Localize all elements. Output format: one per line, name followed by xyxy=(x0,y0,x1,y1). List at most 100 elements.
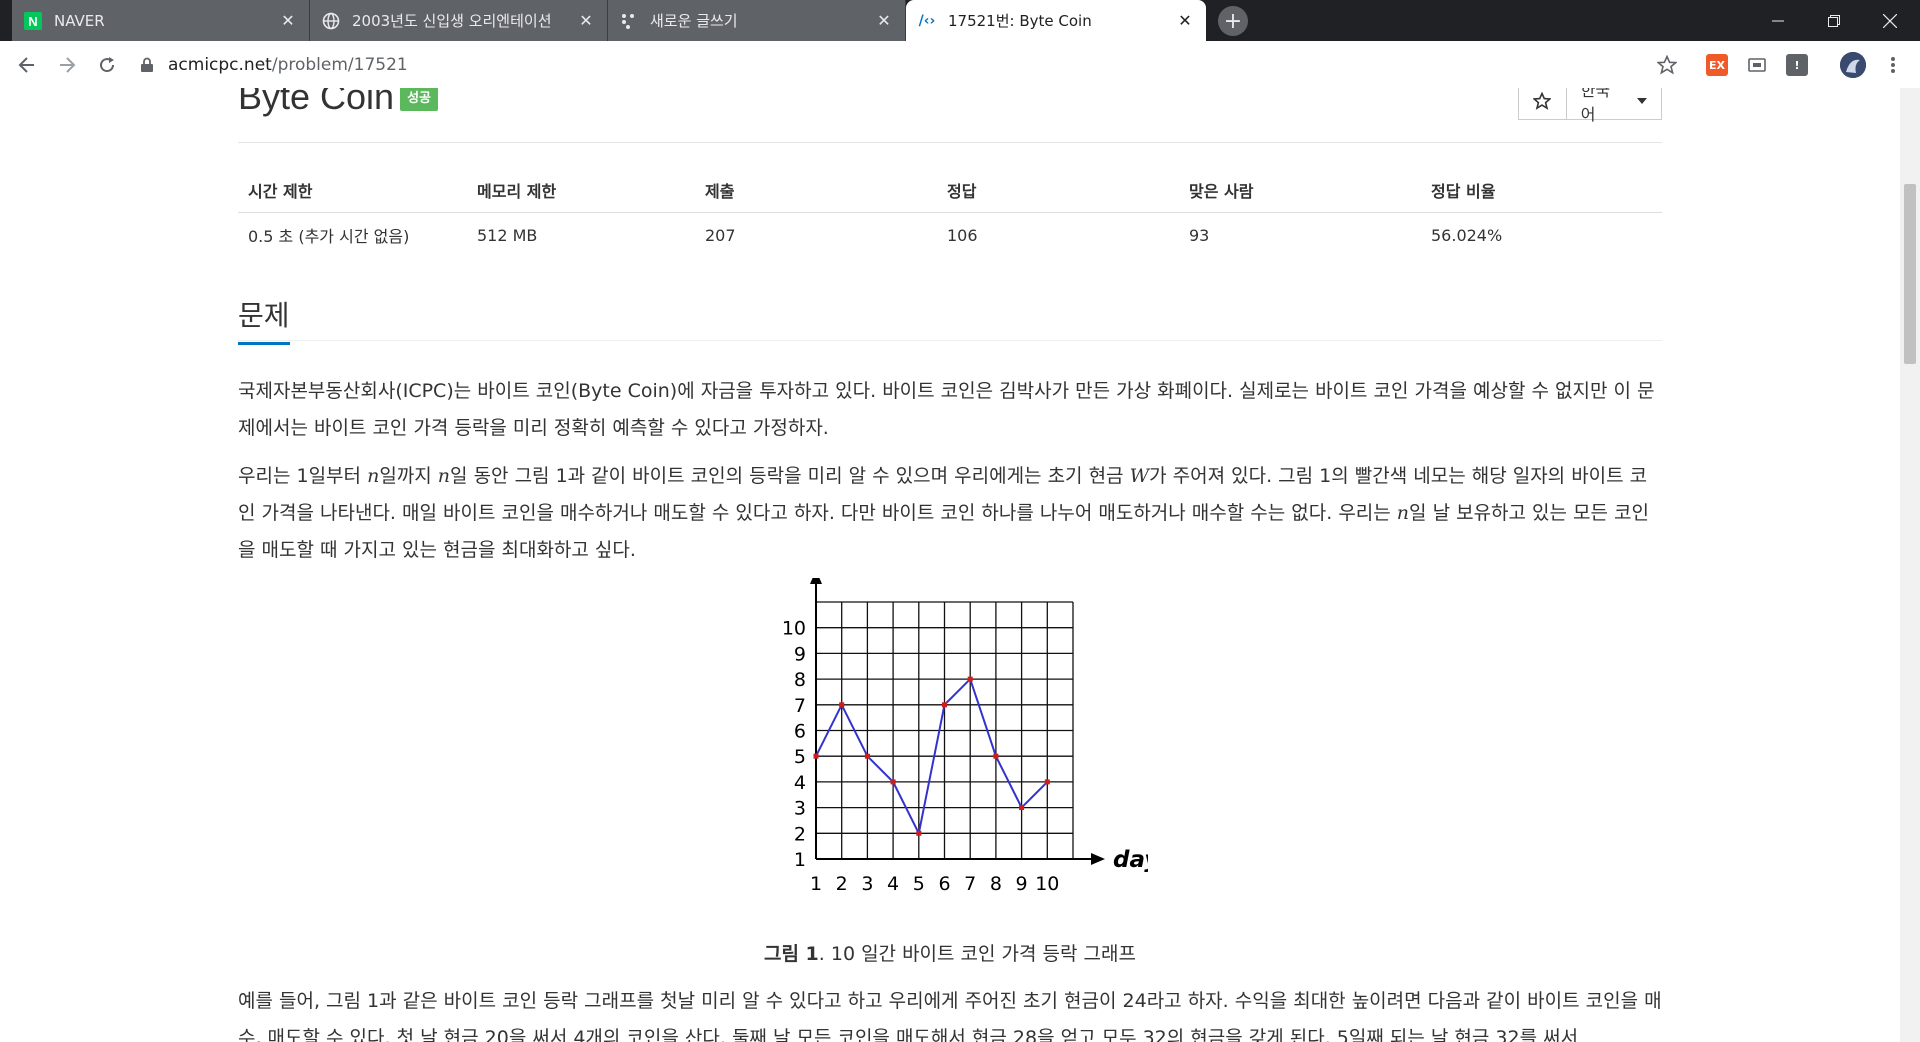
ratio-value: 56.024% xyxy=(1431,225,1503,245)
problem-title: Byte Coin xyxy=(238,88,395,117)
minimize-icon[interactable] xyxy=(1750,0,1806,41)
favorite-star-icon[interactable] xyxy=(1519,88,1567,119)
problem-paragraph-1: 국제자본부동산회사(ICPC)는 바이트 코인(Byte Coin)에 자금을 … xyxy=(238,380,1655,439)
price-point-marker xyxy=(839,702,845,708)
price-point-marker xyxy=(813,753,819,759)
table-row: 0.5 초 (추가 시간 없음) 512 MB 207 106 93 56.02… xyxy=(238,213,1662,258)
vertical-scrollbar[interactable] xyxy=(1900,88,1920,1042)
url-path: /problem/17521 xyxy=(271,55,408,75)
profile-avatar[interactable] xyxy=(1840,52,1866,78)
x-tick-label: 8 xyxy=(990,873,1002,895)
table-header-row: 시간 제한 메모리 제한 제출 정답 맞은 사람 정답 비율 xyxy=(238,168,1662,213)
y-axis-arrow xyxy=(810,570,822,584)
caption-label: 그림 1 xyxy=(763,943,819,965)
caret-down-icon xyxy=(1637,98,1647,104)
divider xyxy=(238,142,1662,143)
price-point-marker xyxy=(993,753,999,759)
tab-byte-coin[interactable]: /‹› 17521번: Byte Coin ✕ xyxy=(906,0,1206,41)
solved-users-value: 93 xyxy=(1189,225,1210,245)
tab-title: 17521번: Byte Coin xyxy=(948,12,1092,30)
ex-extension-icon[interactable]: EX xyxy=(1706,54,1728,76)
language-selector: 한국어 xyxy=(1518,88,1662,124)
info-extension-icon[interactable]: ! xyxy=(1786,54,1808,76)
lock-icon xyxy=(141,57,153,72)
restore-icon[interactable] xyxy=(1806,0,1862,41)
y-tick-label: 7 xyxy=(794,695,806,717)
language-dropdown[interactable]: 한국어 xyxy=(1567,88,1661,124)
problem-paragraph-2: 우리는 1일부터 n일까지 n일 동안 그림 1과 같이 바이트 코인의 등락을… xyxy=(238,465,1650,561)
close-tab-icon[interactable]: ✕ xyxy=(275,8,301,34)
y-tick-label: 3 xyxy=(794,798,806,820)
page-viewport: Byte Coin 성공 한국어 시간 제한 메모리 제한 제출 정답 맞은 사람… xyxy=(0,88,1900,1042)
close-tab-icon[interactable]: ✕ xyxy=(573,8,599,34)
price-point-marker xyxy=(942,702,947,708)
close-tab-icon[interactable]: ✕ xyxy=(1172,8,1198,34)
x-tick-label: 3 xyxy=(861,873,873,895)
y-tick-label: 2 xyxy=(794,823,806,845)
header-memory-limit: 메모리 제한 xyxy=(467,168,695,213)
scrollbar-thumb[interactable] xyxy=(1904,184,1916,364)
tab-title: NAVER xyxy=(54,11,105,30)
back-arrow-icon xyxy=(18,57,34,73)
header-ratio: 정답 비율 xyxy=(1421,168,1662,213)
reload-icon xyxy=(100,57,115,73)
header-accepted: 정답 xyxy=(937,168,1179,213)
x-tick-label: 2 xyxy=(836,873,848,895)
price-point-marker xyxy=(1044,779,1050,785)
y-tick-label: 6 xyxy=(794,721,806,743)
y-tick-label: 4 xyxy=(794,772,806,794)
divider xyxy=(238,340,1662,341)
price-point-marker xyxy=(1019,805,1025,811)
new-tab-button[interactable]: + xyxy=(1218,6,1248,36)
back-button[interactable] xyxy=(12,50,42,80)
y-tick-label: 5 xyxy=(794,746,806,768)
tab-new-post[interactable]: 새로운 글쓰기 ✕ xyxy=(608,0,906,41)
price-point-marker xyxy=(916,830,922,836)
naver-icon: N xyxy=(24,11,42,30)
header-time-limit: 시간 제한 xyxy=(238,168,467,213)
status-badge: 성공 xyxy=(400,88,438,111)
address-bar[interactable]: acmicpc.net/problem/17521 xyxy=(140,47,1660,83)
forward-arrow-icon xyxy=(60,57,76,73)
menu-kebab-icon[interactable] xyxy=(1878,50,1908,80)
price-point-marker xyxy=(967,676,973,682)
caption-text: . 10 일간 바이트 코인 가격 등락 그래프 xyxy=(818,943,1136,965)
globe-icon xyxy=(322,12,340,30)
reload-button[interactable] xyxy=(92,50,122,80)
x-tick-label: 5 xyxy=(913,873,925,895)
x-tick-label: 10 xyxy=(1035,873,1059,895)
price-point-marker xyxy=(864,753,870,759)
forward-button[interactable] xyxy=(52,50,82,80)
tab-naver[interactable]: N NAVER ✕ xyxy=(12,0,310,41)
x-axis-arrow xyxy=(1091,853,1105,865)
bookmark-star-icon[interactable] xyxy=(1652,50,1682,80)
tab-title: 새로운 글쓰기 xyxy=(650,12,738,30)
browser-toolbar: acmicpc.net/problem/17521 EX ! xyxy=(0,41,1920,89)
x-tick-label: 1 xyxy=(810,873,822,895)
y-tick-label: 1 xyxy=(794,849,806,871)
section-title: 문제 xyxy=(238,294,290,345)
x-axis-label: day xyxy=(1113,847,1148,873)
header-solved-users: 맞은 사람 xyxy=(1179,168,1421,213)
tab-title: 2003년도 신입생 오리엔테이션 xyxy=(352,12,552,30)
dots-icon xyxy=(620,12,638,30)
cast-icon[interactable] xyxy=(1746,54,1768,76)
x-tick-label: 7 xyxy=(964,873,976,895)
accepted-value: 106 xyxy=(947,225,978,245)
time-limit-value: 0.5 초 (추가 시간 없음) xyxy=(248,227,410,246)
y-tick-label: 9 xyxy=(794,643,806,665)
close-window-icon[interactable] xyxy=(1862,0,1918,41)
language-label: 한국어 xyxy=(1580,88,1611,124)
page-title: Byte Coin 성공 xyxy=(238,88,438,118)
x-tick-label: 9 xyxy=(1016,873,1028,895)
price-point-marker xyxy=(890,779,896,785)
code-icon: /‹› xyxy=(918,12,936,29)
y-tick-label: 8 xyxy=(794,669,806,691)
problem-stats-table: 시간 제한 메모리 제한 제출 정답 맞은 사람 정답 비율 0.5 초 (추가… xyxy=(238,168,1662,257)
x-tick-label: 4 xyxy=(887,873,899,895)
tab-orientation[interactable]: 2003년도 신입생 오리엔테이션 ✕ xyxy=(310,0,608,41)
close-tab-icon[interactable]: ✕ xyxy=(871,8,897,34)
submissions-value: 207 xyxy=(705,225,736,245)
tab-strip: N NAVER ✕ 2003년도 신입생 오리엔테이션 ✕ 새로운 글쓰기 ✕ … xyxy=(0,0,1920,41)
memory-limit-value: 512 MB xyxy=(477,225,538,245)
